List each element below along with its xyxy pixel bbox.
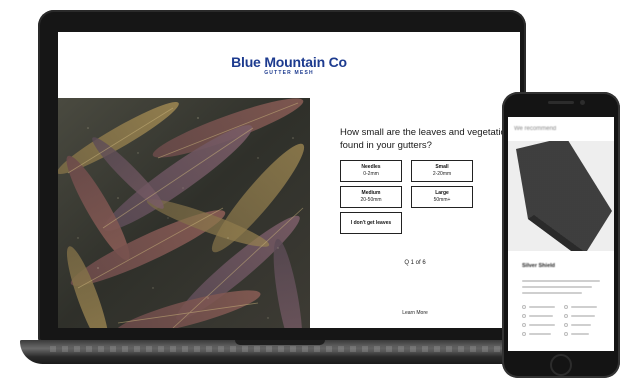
phone-screen: We recommend Silver Shield [508, 117, 614, 351]
answer-range: 20-50mm [360, 197, 382, 203]
feature-icon [522, 332, 526, 336]
answer-medium-button[interactable]: Medium 20-50mm [340, 186, 402, 208]
answer-no-leaves-button[interactable]: I don't get leaves [340, 212, 402, 234]
feature-icon [564, 323, 568, 327]
answer-range: 0-2mm [363, 171, 379, 177]
laptop-notch [235, 340, 325, 345]
feature-line [529, 324, 555, 326]
quiz-progress: Q 1 of 6 [404, 260, 426, 266]
phone-home-button[interactable] [550, 354, 572, 376]
answer-label: Small [435, 164, 449, 170]
answer-large-button[interactable]: Large 50mm+ [411, 186, 473, 208]
feature-icon [564, 314, 568, 318]
product-name: Silver Shield [522, 263, 556, 269]
description-line [522, 280, 600, 282]
answer-range: 2-20mm [432, 171, 452, 177]
description-line [522, 292, 582, 294]
feature-line [571, 324, 591, 326]
quiz-panel: How small are the leaves and vegetation … [310, 98, 520, 328]
answer-small-button[interactable]: Small 2-20mm [411, 160, 473, 182]
quiz-question: How small are the leaves and vegetation … [340, 127, 512, 151]
gutter-mesh-icon [516, 141, 612, 251]
feature-icon [522, 323, 526, 327]
feature-line [529, 315, 553, 317]
feature-line [529, 333, 551, 335]
feature-line [571, 333, 589, 335]
product-image [508, 141, 614, 251]
feature-line [571, 306, 597, 308]
feature-icon [564, 332, 568, 336]
brand-logo[interactable]: Blue Mountain Co [58, 54, 520, 70]
laptop-screen: Blue Mountain Co GUTTER MESH How small a… [58, 32, 520, 328]
leaves-hero-image [58, 98, 310, 328]
leaves-illustration [58, 98, 310, 328]
feature-icon [522, 305, 526, 309]
answer-label: I don't get leaves [350, 220, 392, 226]
answer-range: 50mm+ [433, 197, 451, 203]
feature-icon [522, 314, 526, 318]
answer-label: Needles [361, 164, 381, 170]
answer-needles-button[interactable]: Needles 0-2mm [340, 160, 402, 182]
brand-tagline: GUTTER MESH [264, 70, 314, 76]
site-header: Blue Mountain Co GUTTER MESH [58, 32, 520, 98]
answer-label: Medium [361, 190, 381, 196]
phone-camera-icon [580, 100, 585, 105]
answer-label: Large [435, 190, 449, 196]
phone-speaker [548, 101, 574, 104]
description-line [522, 286, 592, 288]
feature-line [571, 315, 595, 317]
recommend-title: We recommend [514, 126, 557, 132]
feature-icon [564, 305, 568, 309]
learn-more-link[interactable]: Learn More [310, 310, 520, 316]
feature-line [529, 306, 555, 308]
